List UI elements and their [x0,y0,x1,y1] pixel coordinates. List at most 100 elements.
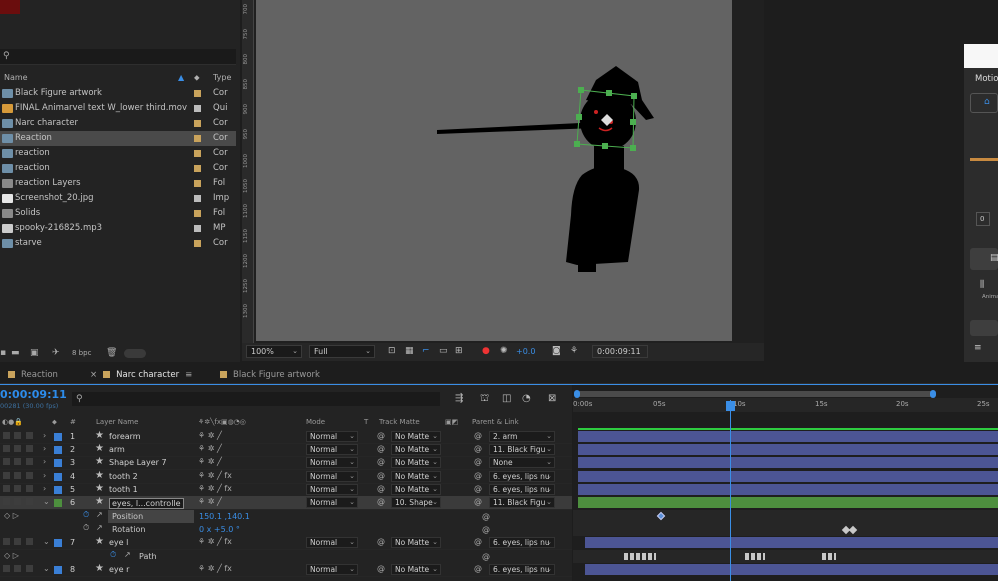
blend-mode-select[interactable]: Normal ⌄ [306,431,358,442]
lock-toggle[interactable] [26,498,33,505]
layer-row[interactable]: ⌄ 7 ★ eye l ⚘ ✲ ╱ fx Normal ⌄ @ No Matte ⌄ @6. eye… [0,536,572,550]
layer-switches[interactable]: ⚘ ✲ ╱ [198,457,222,466]
track-matte-select[interactable]: No Matte ⌄ [391,484,441,495]
tab-menu-icon[interactable]: ≡ [185,370,192,380]
layer-name[interactable]: Shape Layer 7 [109,458,167,467]
parent-select[interactable]: 11. Black Figu ⌄ [489,497,555,508]
parent-select[interactable]: 6. eyes, lips nu ⌄ [489,471,555,482]
numeric-field[interactable]: 0 [976,212,990,226]
expression-pick-whip-icon[interactable]: @ [482,525,490,534]
path-keyframes-group-3[interactable] [822,553,836,560]
layer-name[interactable]: tooth 1 [109,485,138,494]
solo-toggle[interactable] [14,458,21,465]
position-value[interactable]: 150.1 ,140.1 [199,512,250,521]
layer-row[interactable]: › 4 ★ tooth 2 ⚘ ✲ ╱ fx Normal ⌄ @ No Matte ⌄ @6. e… [0,470,572,484]
layer-switches[interactable]: ⚘ ✲ ╱ fx [198,564,232,573]
layer-switches[interactable]: ⚘ ✲ ╱ [198,497,222,506]
visibility-toggle[interactable] [3,565,10,572]
playhead-line[interactable] [730,400,731,581]
anchor-icon[interactable]: ⫼ [980,280,984,290]
label-swatch[interactable] [194,225,201,232]
tab-black-figure-artwork[interactable]: Black Figure artwork [220,370,320,380]
layer-switches[interactable]: ⚘ ✲ ╱ fx [198,484,232,493]
mask-visibility-icon[interactable]: ⌐ [422,346,430,356]
transparency-grid-icon[interactable]: ▦ [405,346,414,356]
pick-whip-icon[interactable]: @ [377,431,385,440]
bbox-handle-bc[interactable] [602,143,608,149]
shy-layers-icon[interactable]: ⇶ [455,393,463,404]
rotation-property-row[interactable]: ⏱ ↗ Rotation 0 x +5.0 ° @ [0,523,572,536]
track-matte-select[interactable]: No Matte ⌄ [391,537,441,548]
solo-toggle[interactable] [14,565,21,572]
project-item[interactable]: Screenshot_20.jpg Imp [0,191,236,206]
layer-row[interactable]: › 1 ★ forearm ⚘ ✲ ╱ Normal ⌄ @ No Matte ⌄ @2. arm ⌄ [0,430,572,444]
lock-toggle[interactable] [26,485,33,492]
timeline-timecode[interactable]: 0:00:09:11 [0,388,67,401]
layer-switches[interactable]: ⚘ ✲ ╱ [198,444,222,453]
parent-pick-whip-icon[interactable]: @ [474,537,482,546]
pick-whip-icon[interactable]: @ [377,444,385,453]
chevron-right-icon[interactable]: › [43,444,46,453]
comp-flowchart-icon[interactable]: ⊠ [548,393,556,404]
expression-pick-whip-icon[interactable]: @ [482,512,490,521]
stopwatch-icon[interactable]: ⏱ [83,523,89,533]
label-swatch[interactable] [194,180,201,187]
new-comp-icon[interactable]: ▣ [30,348,39,358]
layer-name[interactable]: arm [109,445,125,454]
track-matte-select[interactable]: No Matte ⌄ [391,431,441,442]
parent-select[interactable]: 6. eyes, lips nu ⌄ [489,484,555,495]
chevron-right-icon[interactable]: › [43,457,46,466]
zoom-select[interactable]: 100% ⌄ [246,345,302,358]
type-column-header[interactable]: Type [213,73,231,82]
work-area-end-handle[interactable] [930,390,936,398]
blend-mode-select[interactable]: Normal ⌄ [306,471,358,482]
solo-toggle[interactable] [14,498,21,505]
pick-whip-icon[interactable]: @ [377,484,385,493]
parent-pick-whip-icon[interactable]: @ [474,457,482,466]
layer-duration-bar[interactable] [578,497,998,508]
delete-icon[interactable]: 🗑 [106,348,117,358]
parent-select[interactable]: 2. arm ⌄ [489,431,555,442]
project-item[interactable]: reaction Cor [0,161,236,176]
expression-pick-whip-icon[interactable]: @ [482,552,490,561]
bbox-handle-tc[interactable] [606,90,612,96]
blend-mode-select[interactable]: Normal ⌄ [306,444,358,455]
keyframe-nav-icon[interactable]: ◇ ▷ [4,511,19,520]
tab-narc-character[interactable]: × Narc character ≡ [90,370,192,380]
viewer-timecode[interactable]: 0:00:09:11 [592,345,648,358]
graph-icon[interactable]: ↗ [96,510,103,519]
tab-reaction[interactable]: Reaction [8,370,58,380]
chevron-down-icon[interactable]: ⌄ [43,537,50,546]
lock-toggle[interactable] [26,472,33,479]
interpret-footage-icon[interactable]: ▪ [0,348,6,358]
panel-button-2[interactable] [970,320,998,336]
guides-icon[interactable]: ▭ [439,346,448,356]
lock-toggle[interactable] [26,565,33,572]
solo-toggle[interactable] [14,472,21,479]
layer-duration-bar[interactable] [578,484,998,495]
panel-title[interactable]: Motio [975,74,998,84]
bbox-handle-tr[interactable] [631,93,637,99]
parent-select[interactable]: 6. eyes, lips nu ⌄ [489,537,555,548]
bbox-handle-bl[interactable] [574,141,580,147]
bpc-label[interactable]: 8 bpc [72,349,91,357]
label-swatch[interactable] [194,90,201,97]
panel-button[interactable]: ▤ [970,248,998,270]
layer-duration-bar[interactable] [578,471,998,482]
layer-row[interactable]: ⌄ 6 ★ eyes, l...controlle ⚘ ✲ ╱ Normal ⌄ @10. S… [0,496,572,510]
layer-switches[interactable]: ⚘ ✲ ╱ fx [198,471,232,480]
blend-mode-select[interactable]: Normal ⌄ [306,457,358,468]
label-swatch[interactable] [194,240,201,247]
position-property-row[interactable]: ◇ ▷ ⏱ ↗ Position 150.1 ,140.1 @ [0,510,572,523]
exposure-reset-icon[interactable]: ✺ [500,346,508,356]
label-swatch[interactable] [194,105,201,112]
parent-pick-whip-icon[interactable]: @ [474,564,482,573]
layer-duration-bar[interactable] [578,444,998,455]
graph-icon[interactable]: ↗ [124,550,131,559]
layer-duration-bar[interactable] [578,431,998,442]
visibility-toggle[interactable] [3,485,10,492]
layer-name[interactable]: eyes, l...controlle [109,498,184,509]
frame-blending-icon[interactable]: ⛫ [480,393,489,406]
parent-pick-whip-icon[interactable]: @ [474,431,482,440]
solo-toggle[interactable] [14,432,21,439]
